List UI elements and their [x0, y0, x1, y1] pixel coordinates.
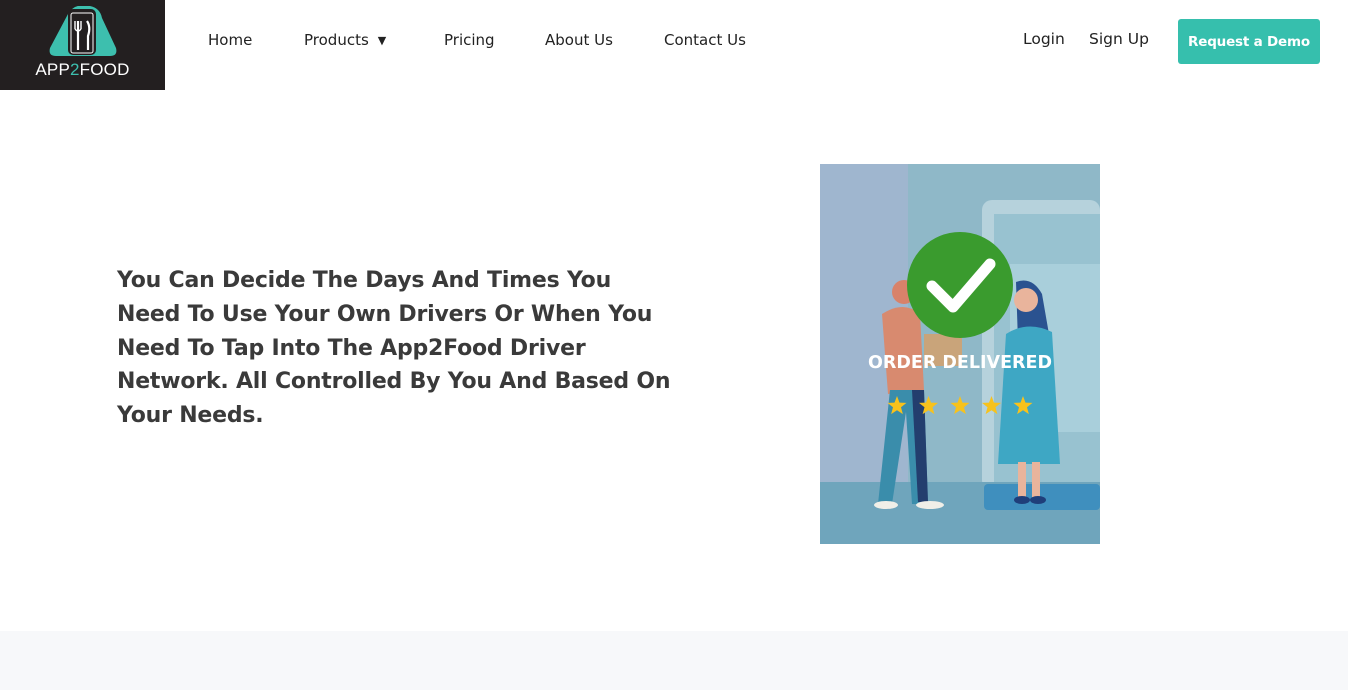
next-section-band: [0, 631, 1348, 690]
nav-item-home[interactable]: Home: [208, 31, 252, 49]
phone-fork-knife-icon: [49, 6, 117, 56]
signup-link[interactable]: Sign Up: [1089, 30, 1149, 48]
nav-item-pricing[interactable]: Pricing: [444, 31, 495, 49]
order-delivered-caption: ORDER DELIVERED: [868, 353, 1052, 373]
brand-wordmark: APP2FOOD: [35, 60, 130, 79]
order-delivered-illustration: ORDER DELIVERED: [820, 164, 1100, 544]
chevron-down-icon: ▼: [377, 34, 387, 47]
checkmark-circle-icon: [907, 232, 1013, 338]
site-header: APP2FOOD Home Products ▼ Pricing About Us…: [0, 0, 1348, 90]
nav-item-contact-us[interactable]: Contact Us: [664, 31, 746, 49]
request-demo-button[interactable]: Request a Demo: [1178, 19, 1320, 64]
feature-headline: You Can Decide The Days And Times You Ne…: [117, 268, 671, 429]
nav-item-products[interactable]: Products ▼: [304, 31, 386, 49]
login-link[interactable]: Login: [1023, 30, 1065, 48]
brand-logo[interactable]: APP2FOOD: [0, 0, 165, 90]
nav-item-about-us[interactable]: About Us: [545, 31, 613, 49]
